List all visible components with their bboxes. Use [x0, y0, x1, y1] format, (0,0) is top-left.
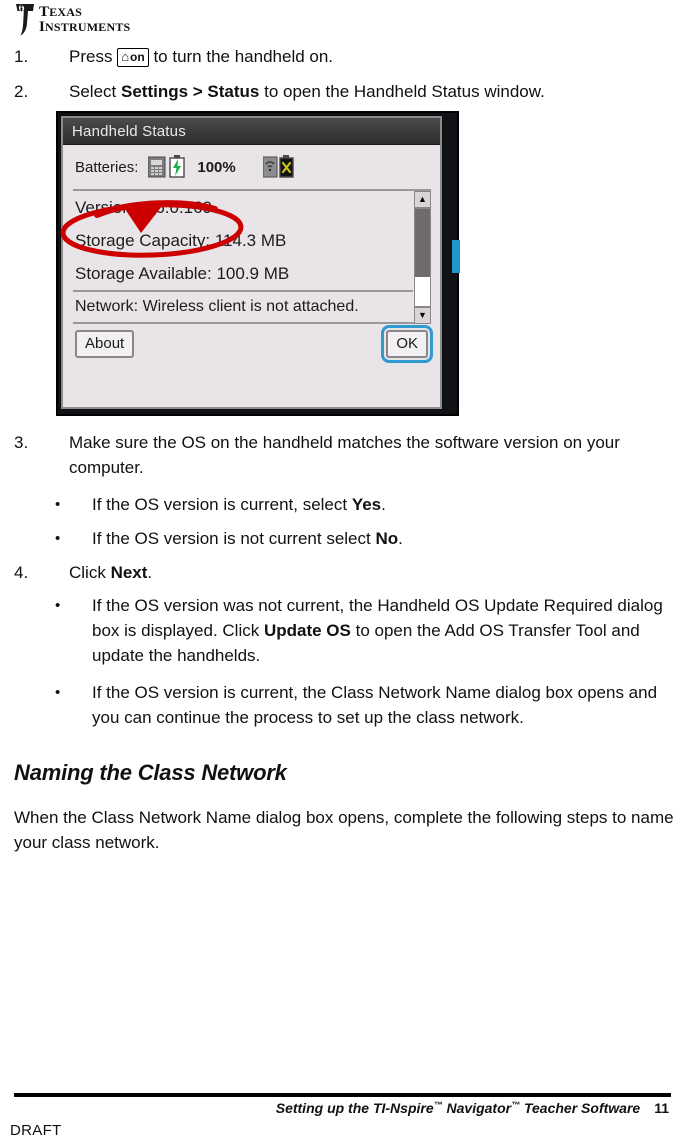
bullet-dot-icon: •	[55, 530, 61, 547]
bullet-emphasis-no: No	[375, 529, 399, 548]
bullet-text-pre: If the OS version is current, select	[92, 495, 352, 514]
step-4-emphasis-next: Next	[110, 563, 148, 582]
footer-title: Setting up the TI-Nspire™ Navigator™ Tea…	[276, 1100, 669, 1116]
step-4: 4. Click Next.	[14, 560, 674, 585]
ti-logo-line1: TEXAS	[39, 4, 83, 20]
bullet-os-current-yes: • If the OS version is current, select Y…	[55, 492, 655, 517]
batteries-label: Batteries:	[75, 158, 139, 176]
scrollbar-track[interactable]	[414, 208, 431, 307]
footer-doc-title: Setting up the TI-Nspire™ Navigator™ Tea…	[275, 1100, 641, 1116]
texas-instruments-logo: TEXAS INSTRUMENTS	[14, 3, 164, 39]
dialog-body: Batteries: 100% Version: 3.6.0.169 Stora…	[63, 145, 440, 407]
bullet-text-post: .	[381, 495, 386, 514]
step-4-text-pre: Click	[69, 563, 111, 582]
ti-logo-mark-icon	[14, 3, 36, 36]
step-2-menu-path: Settings > Status	[120, 82, 260, 101]
bullet-emphasis-yes: Yes	[351, 495, 382, 514]
step-2-text-pre: Select	[69, 82, 121, 101]
scroll-up-button[interactable]: ▲	[414, 191, 431, 208]
step-1-number: 1.	[14, 47, 29, 66]
home-on-key-icon: ⌂on	[117, 48, 149, 67]
bullet-emphasis-update-os: Update OS	[263, 621, 351, 640]
scroll-down-button[interactable]: ▼	[414, 307, 431, 324]
step-2-number: 2.	[14, 82, 29, 101]
status-scrollbar[interactable]: ▲ ▼	[414, 191, 431, 324]
page-title: Naming the Class Network	[14, 760, 287, 785]
handheld-side-accent	[452, 240, 460, 273]
about-button[interactable]: About	[75, 330, 135, 358]
dialog-button-row: About OK	[72, 324, 433, 370]
battery-percent: 100%	[197, 158, 236, 176]
bullet-dot-icon: •	[55, 684, 61, 701]
bullet-text-post: .	[398, 529, 403, 548]
step-2-text-post: to open the Handheld Status window.	[259, 82, 545, 101]
home-on-key-label: on	[130, 50, 145, 64]
status-lines: Version: 3.6.0.169 Storage Capacity: 114…	[72, 191, 432, 324]
footer-divider	[14, 1093, 671, 1097]
step-3-text: Make sure the OS on the handheld matches…	[69, 433, 620, 477]
rechargeable-battery-charged-icon	[148, 155, 190, 179]
handheld-screen: Handheld Status Batteries: 100% Version:…	[61, 116, 442, 409]
dialog-title-bar: Handheld Status	[63, 118, 440, 145]
scrollbar-thumb[interactable]	[415, 209, 430, 277]
bullet-os-not-current-no: • If the OS version is not current selec…	[55, 526, 655, 551]
batteries-row: Batteries: 100%	[72, 145, 432, 189]
bullet-update-os: • If the OS version was not current, the…	[55, 593, 683, 668]
ti-logo-line2: INSTRUMENTS	[39, 19, 131, 36]
bullet-text-pre: If the OS version is not current select	[92, 529, 376, 548]
status-line-network: Network: Wireless client is not attached…	[75, 298, 359, 315]
section-paragraph: When the Class Network Name dialog box o…	[14, 808, 674, 852]
draft-watermark: DRAFT	[10, 1122, 62, 1139]
bullet-dot-icon: •	[55, 597, 61, 614]
status-line-version: Version: 3.6.0.169	[75, 198, 213, 217]
step-3: 3. Make sure the OS on the handheld matc…	[14, 430, 674, 480]
bullet-dot-icon: •	[55, 496, 61, 513]
page-number: 11	[654, 1100, 669, 1116]
bullet-text-pre: If the OS version is current, the Class …	[92, 683, 658, 727]
dialog-title: Handheld Status	[72, 122, 186, 140]
step-4-number: 4.	[14, 563, 29, 582]
status-line-storage-available: Storage Available: 100.9 MB	[75, 264, 290, 283]
ok-button[interactable]: OK	[381, 325, 433, 363]
step-1-text-post: to turn the handheld on.	[148, 47, 334, 66]
step-1-text-pre: Press	[69, 47, 118, 66]
bullet-class-network-name: • If the OS version is current, the Clas…	[55, 680, 685, 730]
aaa-battery-absent-icon	[262, 155, 295, 179]
step-4-text-post: .	[147, 563, 153, 582]
handheld-status-screenshot: Handheld Status Batteries: 100% Version:…	[54, 109, 461, 418]
step-1: 1. Press ⌂on to turn the handheld on.	[14, 44, 654, 69]
step-3-number: 3.	[14, 433, 29, 452]
step-2: 2. Select Settings > Status to open the …	[14, 79, 664, 104]
status-line-storage-capacity: Storage Capacity: 114.3 MB	[75, 231, 287, 250]
